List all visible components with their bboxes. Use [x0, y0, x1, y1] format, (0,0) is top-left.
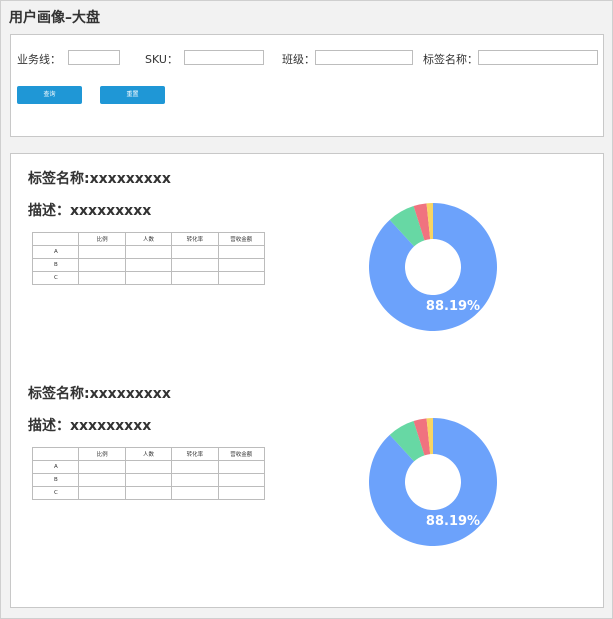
table-cell	[78, 258, 126, 272]
column-header: 转化率	[171, 447, 219, 461]
table-cell	[217, 245, 266, 259]
table-cell	[171, 460, 219, 474]
donut-percent-label: 88.19%	[426, 299, 480, 314]
sku-input[interactable]	[184, 50, 264, 65]
query-button[interactable]: 查询	[17, 86, 82, 104]
donut-chart: 88.19%	[369, 418, 497, 546]
column-header: 人数	[124, 232, 173, 246]
column-header: 比例	[78, 232, 126, 246]
table-cell	[78, 473, 126, 487]
column-header	[31, 447, 80, 461]
class-label: 班级：	[282, 53, 315, 66]
tag-description: 描述：xxxxxxxxx	[28, 418, 152, 434]
table-row: C	[31, 271, 266, 285]
table-cell	[78, 486, 126, 500]
business-line-label: 业务线：	[17, 53, 61, 66]
tag-title: 标签名称:xxxxxxxxx	[28, 171, 171, 187]
table-cell	[78, 271, 126, 285]
table-cell	[124, 473, 173, 487]
table-header-row: 比例 人数 转化率 营收金额	[31, 232, 266, 246]
table-cell	[124, 245, 173, 259]
table-row: A	[31, 245, 266, 259]
row-label: B	[31, 258, 80, 272]
row-label: C	[31, 271, 80, 285]
table-row: B	[31, 473, 266, 487]
stats-table: 比例 人数 转化率 营收金额 A B C	[31, 447, 266, 500]
tag-title: 标签名称:xxxxxxxxx	[28, 386, 171, 402]
table-row: A	[31, 460, 266, 474]
table-cell	[78, 460, 126, 474]
stats-table: 比例 人数 转化率 营收金额 A B C	[31, 232, 266, 285]
table-cell	[171, 271, 219, 285]
class-input[interactable]	[315, 50, 413, 65]
row-label: B	[31, 473, 80, 487]
donut-percent-label: 88.19%	[426, 514, 480, 529]
table-cell	[171, 473, 219, 487]
column-header: 营收金额	[217, 232, 266, 246]
table-cell	[217, 271, 266, 285]
table-cell	[78, 245, 126, 259]
business-line-input[interactable]	[68, 50, 120, 65]
table-cell	[124, 460, 173, 474]
tag-name-input[interactable]	[478, 50, 598, 65]
table-row: B	[31, 258, 266, 272]
column-header: 转化率	[171, 232, 219, 246]
tag-description: 描述：xxxxxxxxx	[28, 203, 152, 219]
tag-name-label: 标签名称：	[423, 53, 478, 66]
filter-panel: 业务线： SKU： 班级： 标签名称： 查询 重置	[10, 34, 604, 137]
table-cell	[171, 486, 219, 500]
tag-card: 标签名称:xxxxxxxxx 描述：xxxxxxxxx 比例 人数 转化率 营收金额 A…	[11, 369, 603, 579]
table-cell	[217, 460, 266, 474]
column-header	[31, 232, 80, 246]
result-panel: 标签名称:xxxxxxxxx 描述：xxxxxxxxx 比例 人数 转化率 营收金额 A…	[10, 153, 604, 608]
table-row: C	[31, 486, 266, 500]
tag-card: 标签名称:xxxxxxxxx 描述：xxxxxxxxx 比例 人数 转化率 营收金额 A…	[11, 154, 603, 364]
sku-label: SKU：	[145, 53, 178, 66]
row-label: A	[31, 245, 80, 259]
table-cell	[171, 258, 219, 272]
table-cell	[124, 258, 173, 272]
table-cell	[171, 245, 219, 259]
page-title: 用户画像–大盘	[9, 10, 100, 26]
donut-chart: 88.19%	[369, 203, 497, 331]
reset-button[interactable]: 重置	[100, 86, 165, 104]
table-cell	[217, 473, 266, 487]
table-header-row: 比例 人数 转化率 营收金额	[31, 447, 266, 461]
row-label: C	[31, 486, 80, 500]
column-header: 人数	[124, 447, 173, 461]
column-header: 比例	[78, 447, 126, 461]
table-cell	[124, 486, 173, 500]
table-cell	[217, 258, 266, 272]
column-header: 营收金额	[217, 447, 266, 461]
row-label: A	[31, 460, 80, 474]
table-cell	[217, 486, 266, 500]
window-frame: 用户画像–大盘 业务线： SKU： 班级： 标签名称： 查询 重置 标签名称:x…	[0, 0, 613, 619]
table-cell	[124, 271, 173, 285]
